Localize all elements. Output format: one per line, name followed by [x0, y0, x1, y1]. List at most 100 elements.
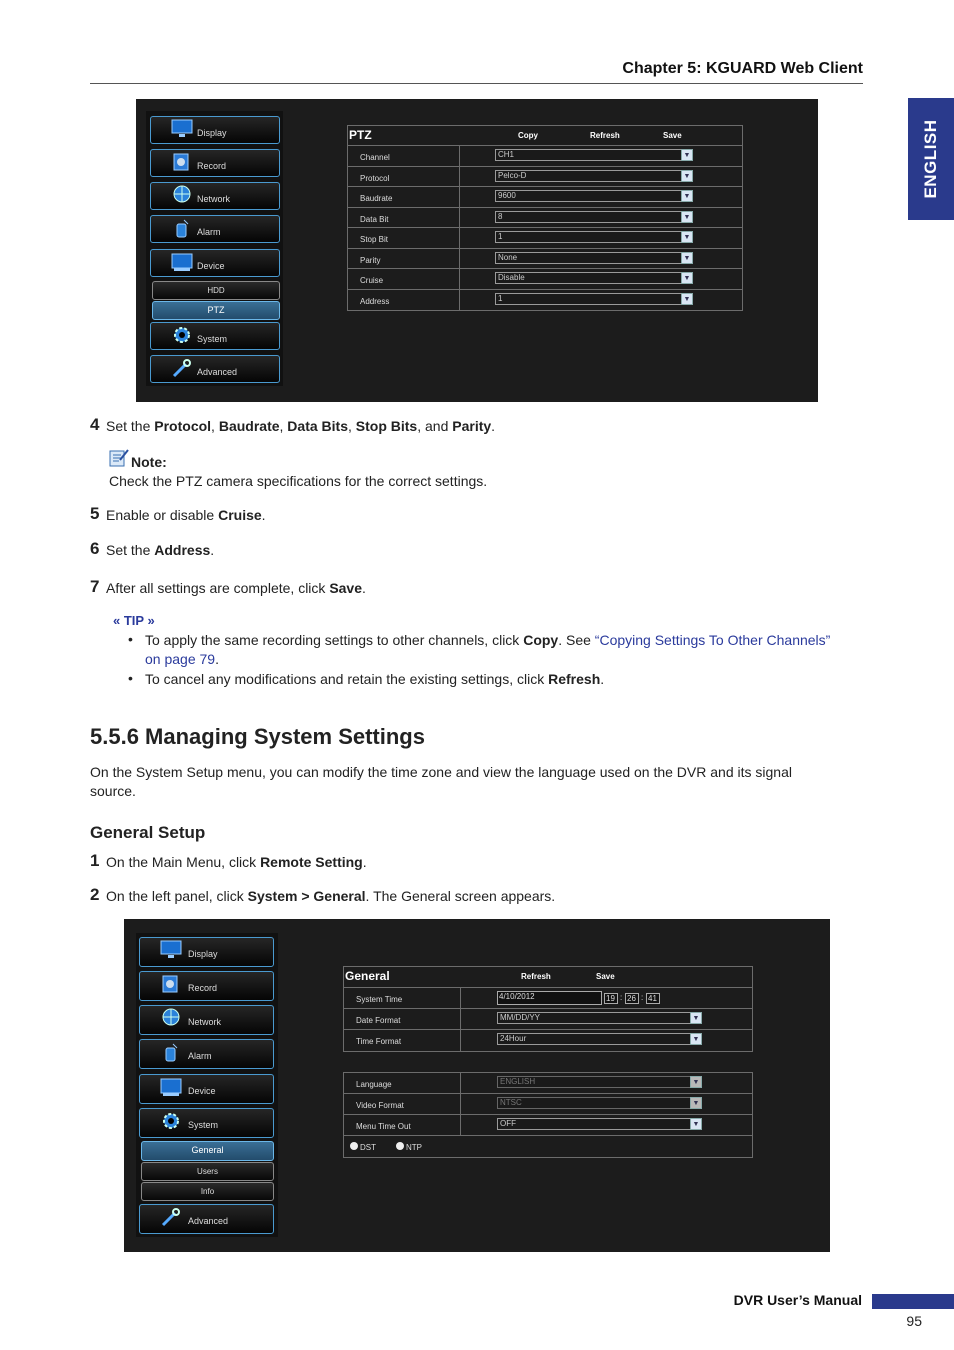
ptz-panel-title: PTZ — [349, 128, 372, 142]
nav-system-button[interactable]: System — [150, 322, 280, 350]
sub-users-button[interactable]: Users — [141, 1162, 274, 1181]
chevron-down-icon: ▼ — [690, 1033, 702, 1045]
data-bit-select[interactable]: 8 ▼ — [495, 211, 693, 223]
nav-alarm-button[interactable]: Alarm — [139, 1039, 274, 1069]
bold-text: Data Bits — [287, 418, 348, 434]
save-button[interactable]: Save — [663, 131, 682, 140]
nav-system-button[interactable]: System — [139, 1108, 274, 1138]
bold-text: Stop Bits — [355, 418, 418, 434]
address-select[interactable]: 1 ▼ — [495, 293, 693, 305]
bold-text: Baudrate — [218, 418, 280, 434]
hour-input[interactable]: 19 — [604, 993, 618, 1004]
nav-alarm-label: Alarm — [188, 1051, 212, 1061]
ptz-settings-panel: PTZ Copy Refresh Save Channel CH1 ▼ Proto… — [347, 125, 743, 311]
sub-general-button[interactable]: General — [141, 1141, 274, 1161]
page-number: 95 — [906, 1313, 922, 1329]
cross-reference-link[interactable]: “Copying Settings To Other Channels” — [595, 632, 831, 648]
step-number: 5 — [90, 504, 100, 523]
chevron-down-icon: ▼ — [681, 272, 693, 284]
nav-display-button[interactable]: Display — [139, 937, 274, 967]
text: Set the — [106, 542, 155, 558]
text: . See — [558, 632, 595, 648]
nav-device-button[interactable]: Device — [150, 249, 280, 277]
nav-advanced-button[interactable]: Advanced — [139, 1204, 274, 1234]
ntp-radio[interactable] — [396, 1142, 404, 1150]
nav-device-label: Device — [188, 1086, 216, 1096]
nav-display-label: Display — [197, 128, 227, 138]
note-label: Note: — [131, 453, 167, 472]
menu-timeout-select[interactable]: OFF ▼ — [497, 1118, 702, 1130]
time-format-select[interactable]: 24Hour ▼ — [497, 1033, 702, 1045]
page-reference-link[interactable]: on page 79 — [145, 651, 215, 667]
nav-display-button[interactable]: Display — [150, 116, 280, 144]
parity-select[interactable]: None ▼ — [495, 252, 693, 264]
sub-hdd-button[interactable]: HDD — [152, 281, 280, 300]
stop-bit-select[interactable]: 1 ▼ — [495, 231, 693, 243]
nav-alarm-button[interactable]: Alarm — [150, 215, 280, 243]
date-value: 4/10/2012 — [499, 992, 535, 1001]
record-icon — [173, 153, 189, 171]
chevron-down-icon: ▼ — [690, 1118, 702, 1130]
save-button[interactable]: Save — [596, 972, 615, 981]
select-value: ENGLISH — [500, 1077, 536, 1086]
general-options-panel: Language ENGLISH ▼ Video Format NTSC ▼ Men… — [343, 1072, 753, 1158]
refresh-button[interactable]: Refresh — [590, 131, 620, 140]
tip-item-1: To apply the same recording settings to … — [145, 631, 865, 669]
nav-advanced-button[interactable]: Advanced — [150, 355, 280, 383]
nav-network-button[interactable]: Network — [139, 1005, 274, 1035]
text: . — [210, 542, 215, 558]
nav-network-button[interactable]: Network — [150, 182, 280, 210]
section-intro-line-1: On the System Setup menu, you can modify… — [90, 764, 792, 780]
nav-system-label: System — [197, 334, 228, 344]
text: . — [215, 651, 219, 667]
text: . The General screen appears. — [365, 888, 556, 904]
gear-icon — [174, 327, 190, 343]
nav-network-label: Network — [197, 194, 231, 204]
language-tab: ENGLISH — [908, 98, 954, 220]
step-number: 1 — [90, 851, 100, 870]
language-tab-label: ENGLISH — [921, 119, 940, 199]
copy-button[interactable]: Copy — [518, 131, 538, 140]
step-7-text: After all settings are complete, click S… — [106, 579, 366, 598]
chevron-down-icon: ▼ — [690, 1076, 702, 1088]
general-panel-header: General Refresh Save — [344, 967, 752, 988]
chevron-down-icon: ▼ — [681, 149, 693, 161]
select-value: Disable — [498, 273, 525, 282]
minute-value: 26 — [627, 994, 636, 1003]
step-number: 6 — [90, 539, 100, 558]
row-label: System Time — [356, 995, 403, 1004]
row-label: Parity — [360, 256, 381, 265]
language-select: ENGLISH ▼ — [497, 1076, 702, 1088]
sub-info-button[interactable]: Info — [141, 1182, 274, 1201]
text: . — [600, 671, 605, 687]
select-value: CH1 — [498, 150, 515, 159]
row-label: Address — [360, 297, 390, 306]
sub-ptz-button[interactable]: PTZ — [152, 301, 280, 320]
dst-radio[interactable] — [350, 1142, 358, 1150]
refresh-button[interactable]: Refresh — [521, 972, 551, 981]
chevron-down-icon: ▼ — [681, 170, 693, 182]
nav-device-button[interactable]: Device — [139, 1074, 274, 1104]
dst-ntp-row: DST NTP — [344, 1136, 752, 1157]
text: Check the PTZ camera specifications for … — [109, 473, 488, 489]
nav-record-button[interactable]: Record — [150, 149, 280, 177]
sub-ptz-label: PTZ — [207, 305, 225, 315]
date-format-select[interactable]: MM/DD/YY ▼ — [497, 1012, 702, 1024]
row-label: Menu Time Out — [356, 1122, 411, 1131]
channel-select[interactable]: CH1 ▼ — [495, 149, 693, 161]
date-input[interactable]: 4/10/2012 — [497, 991, 602, 1005]
protocol-select[interactable]: Pelco-D ▼ — [495, 170, 693, 182]
ptz-screenshot: Display Record Network Alarm Device HDD … — [136, 99, 818, 402]
bold-text: Refresh — [548, 671, 601, 687]
nav-advanced-label: Advanced — [188, 1216, 229, 1226]
second-input[interactable]: 41 — [646, 993, 660, 1004]
text: , — [347, 418, 356, 434]
cruise-select[interactable]: Disable ▼ — [495, 272, 693, 284]
minute-input[interactable]: 26 — [625, 993, 639, 1004]
ptz-row-stop-bit: Stop Bit 1 ▼ — [348, 228, 742, 249]
baudrate-select[interactable]: 9600 ▼ — [495, 190, 693, 202]
sub-users-label: Users — [197, 1167, 218, 1176]
select-value: MM/DD/YY — [500, 1013, 540, 1022]
nav-record-button[interactable]: Record — [139, 971, 274, 1001]
chapter-title: Chapter 5: KGUARD Web Client — [622, 60, 863, 77]
